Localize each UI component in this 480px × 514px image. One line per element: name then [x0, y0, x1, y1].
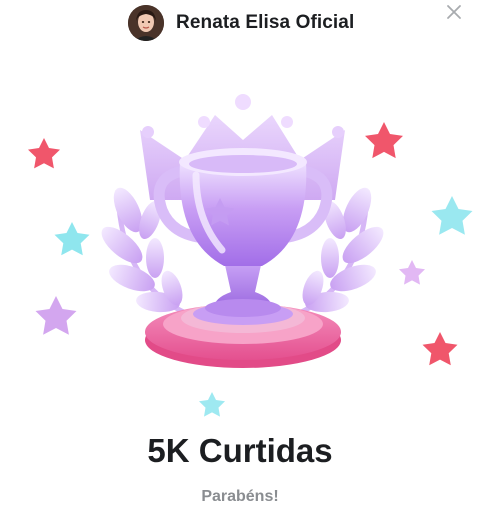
trophy-illustration: [0, 70, 480, 430]
milestone-subtitle: Parabéns!: [201, 488, 279, 505]
username[interactable]: Renata Elisa Oficial: [176, 12, 354, 34]
milestone-title: 5K Curtidas: [147, 432, 333, 469]
laurel-right-icon: [294, 187, 384, 318]
close-button[interactable]: [440, 0, 468, 28]
trophy-cup-icon: [179, 148, 307, 266]
trophy-stem-icon: [205, 265, 281, 317]
avatar[interactable]: [128, 5, 164, 41]
close-icon: [447, 5, 461, 19]
milestone-dialog: Renata Elisa Oficial 5K Curtidas Parabén…: [0, 0, 480, 514]
profile-photo-icon: [128, 5, 164, 41]
dialog-header: Renata Elisa Oficial: [0, 0, 480, 48]
laurel-left-icon: [101, 187, 191, 318]
